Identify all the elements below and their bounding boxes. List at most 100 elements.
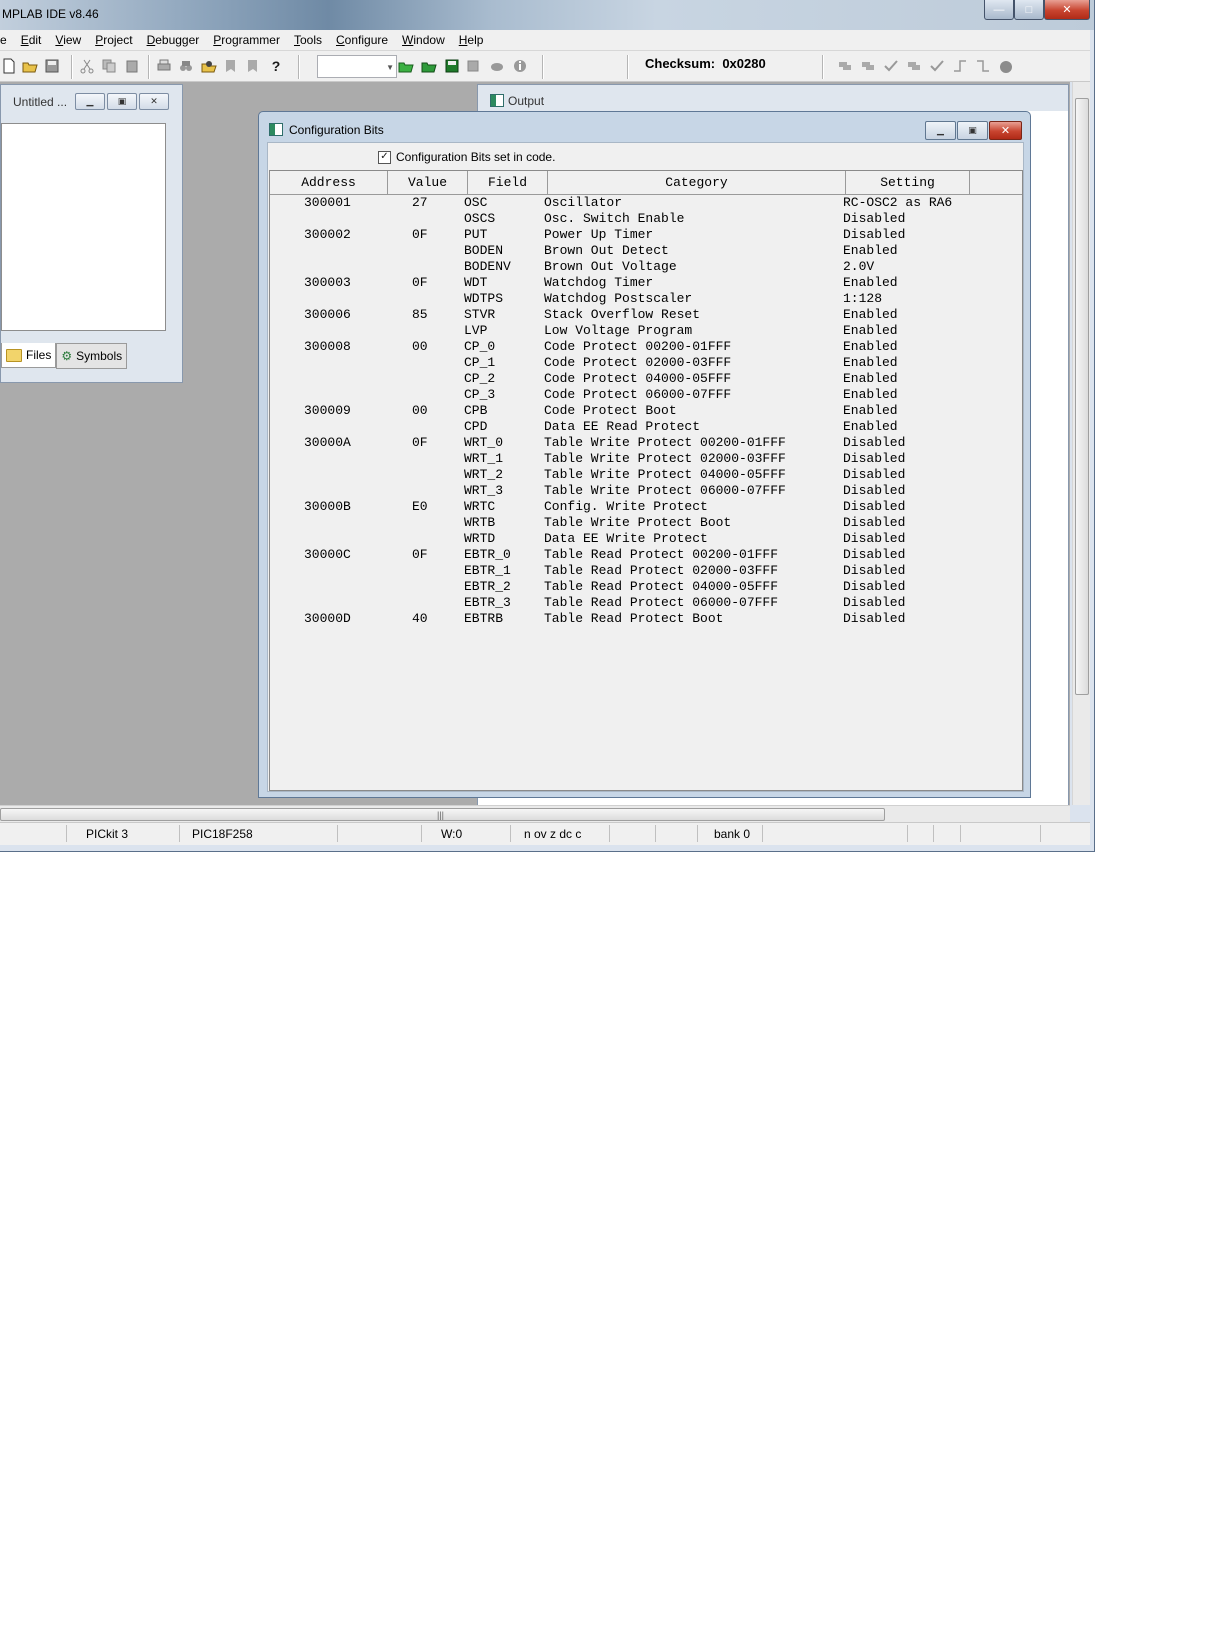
verify-icon[interactable] <box>882 57 900 75</box>
run-icon[interactable] <box>997 57 1015 75</box>
menu-help[interactable]: Help <box>452 30 491 50</box>
horizontal-scrollbar[interactable]: ||| <box>0 805 1070 822</box>
project-tree[interactable] <box>1 123 166 331</box>
cell-address: 30000B <box>304 499 351 514</box>
table-row[interactable]: 300002 0F PUT Power Up Timer Disabled <box>270 227 1022 243</box>
open-folder-icon[interactable] <box>21 57 39 75</box>
cell-category: Table Write Protect Boot <box>544 515 732 530</box>
cell-category: Table Read Protect 02000-03FFF <box>544 563 779 578</box>
table-row[interactable]: EBTR_2 Table Read Protect 04000-05FFF Disa… <box>270 579 1022 595</box>
table-row[interactable]: WRTB Table Write Protect Boot Disabled <box>270 515 1022 531</box>
table-row[interactable]: 300009 00 CPB Code Protect Boot Enabled <box>270 403 1022 419</box>
horizontal-scroll-thumb[interactable]: ||| <box>0 808 885 821</box>
column-header-value[interactable]: Value <box>388 171 468 194</box>
save-project-icon[interactable] <box>443 57 461 75</box>
table-row[interactable]: 300003 0F WDT Watchdog Timer Enabled <box>270 275 1022 291</box>
program-icon[interactable] <box>836 57 854 75</box>
title-bar[interactable]: MPLAB IDE v8.46 — □ ✕ <box>0 0 1094 30</box>
hold-reset-icon[interactable] <box>974 57 992 75</box>
find-in-files-icon[interactable] <box>200 57 218 75</box>
menu-window[interactable]: Window <box>395 30 452 50</box>
vertical-scrollbar[interactable] <box>1072 82 1090 805</box>
dialog-restore-button[interactable]: ▣ <box>957 121 988 140</box>
copy-icon[interactable] <box>100 57 118 75</box>
cell-value: 00 <box>412 403 428 418</box>
maximize-button[interactable]: □ <box>1014 0 1044 20</box>
table-row[interactable]: BODENV Brown Out Voltage 2.0V <box>270 259 1022 275</box>
bookmark-prev-icon[interactable] <box>222 57 240 75</box>
dialog-minimize-button[interactable]: ▁ <box>925 121 956 140</box>
new-project-icon[interactable] <box>397 57 415 75</box>
table-row[interactable]: LVP Low Voltage Program Enabled <box>270 323 1022 339</box>
open-project-icon[interactable] <box>420 57 438 75</box>
menu-project[interactable]: Project <box>88 30 139 50</box>
table-row[interactable]: CP_3 Code Protect 06000-07FFF Enabled <box>270 387 1022 403</box>
table-row[interactable]: 300008 00 CP_0 Code Protect 00200-01FFF Enab… <box>270 339 1022 355</box>
menu-programmer[interactable]: Programmer <box>206 30 287 50</box>
info-icon[interactable] <box>511 57 529 75</box>
close-button[interactable]: ✕ <box>1044 0 1090 20</box>
table-row[interactable]: 30000C 0F EBTR_0 Table Read Protect 00200-0… <box>270 547 1022 563</box>
table-row[interactable]: CPD Data EE Read Protect Enabled <box>270 419 1022 435</box>
help-icon[interactable]: ? <box>267 57 285 75</box>
table-row[interactable]: WRT_3 Table Write Protect 06000-07FFF Disa… <box>270 483 1022 499</box>
new-file-icon[interactable] <box>0 57 18 75</box>
erase-icon[interactable] <box>905 57 923 75</box>
tab-files[interactable]: Files <box>1 343 57 368</box>
table-row[interactable]: 30000A 0F WRT_0 Table Write Protect 00200-0… <box>270 435 1022 451</box>
blank-check-icon[interactable] <box>928 57 946 75</box>
print-icon[interactable] <box>155 57 173 75</box>
menu-e[interactable]: e <box>0 30 14 50</box>
paste-icon[interactable] <box>123 57 141 75</box>
build-icon[interactable] <box>465 57 483 75</box>
save-icon[interactable] <box>43 57 61 75</box>
table-row[interactable]: EBTR_1 Table Read Protect 02000-03FFF Disa… <box>270 563 1022 579</box>
project-minimize-button[interactable]: ▁ <box>75 93 105 110</box>
table-row[interactable]: CP_1 Code Protect 02000-03FFF Enabled <box>270 355 1022 371</box>
menu-view[interactable]: View <box>48 30 88 50</box>
menu-configure[interactable]: Configure <box>329 30 395 50</box>
table-row[interactable]: 30000D 40 EBTRB Table Read Protect Boot Disa… <box>270 611 1022 627</box>
table-row[interactable]: OSCS Osc. Switch Enable Disabled <box>270 211 1022 227</box>
config-bits-in-code-checkbox[interactable]: ✓ Configuration Bits set in code. <box>378 150 555 164</box>
table-row[interactable]: 300001 27 OSC Oscillator RC-OSC2 as RA6 <box>270 195 1022 211</box>
project-restore-button[interactable]: ▣ <box>107 93 137 110</box>
project-close-button[interactable]: ✕ <box>139 93 169 110</box>
table-row[interactable]: WRT_1 Table Write Protect 02000-03FFF Disa… <box>270 451 1022 467</box>
column-header-setting[interactable]: Setting <box>846 171 970 194</box>
cell-setting: Disabled <box>843 467 906 482</box>
table-row[interactable]: EBTR_3 Table Read Protect 06000-07FFF Disa… <box>270 595 1022 611</box>
table-row[interactable]: CP_2 Code Protect 04000-05FFF Enabled <box>270 371 1022 387</box>
table-row[interactable]: BODEN Brown Out Detect Enabled <box>270 243 1022 259</box>
cut-icon[interactable] <box>78 57 96 75</box>
cell-address: 300001 <box>304 195 351 210</box>
cell-address: 300009 <box>304 403 351 418</box>
menu-debugger[interactable]: Debugger <box>140 30 207 50</box>
column-header-category[interactable]: Category <box>548 171 846 194</box>
table-row[interactable]: WRT_2 Table Write Protect 04000-05FFF Disa… <box>270 467 1022 483</box>
build-configuration-select[interactable]: ▼ <box>317 55 397 78</box>
configuration-bits-table[interactable]: Address Value Field Category Setting 300… <box>269 170 1023 791</box>
table-row[interactable]: WDTPS Watchdog Postscaler 1:128 <box>270 291 1022 307</box>
cell-category: Code Protect 06000-07FFF <box>544 387 732 402</box>
vertical-scroll-thumb[interactable] <box>1075 98 1089 695</box>
output-title-bar[interactable]: Output <box>478 85 1068 111</box>
menu-edit[interactable]: Edit <box>14 30 49 50</box>
tab-symbols[interactable]: ⚙ Symbols <box>56 343 128 369</box>
release-icon[interactable] <box>951 57 969 75</box>
column-header-address[interactable]: Address <box>270 171 388 194</box>
checkmark-icon[interactable]: ✓ <box>378 150 391 164</box>
find-icon[interactable] <box>177 57 195 75</box>
table-header: Address Value Field Category Setting <box>270 171 1022 195</box>
table-row[interactable]: 30000B E0 WRTC Config. Write Protect Disable… <box>270 499 1022 515</box>
column-header-field[interactable]: Field <box>468 171 548 194</box>
minimize-button[interactable]: — <box>984 0 1014 20</box>
read-icon[interactable] <box>859 57 877 75</box>
menu-tools[interactable]: Tools <box>287 30 329 50</box>
dialog-close-button[interactable]: ✕ <box>989 121 1022 140</box>
status-programmer: PICkit 3 <box>86 827 129 841</box>
make-icon[interactable] <box>488 57 506 75</box>
bookmark-next-icon[interactable] <box>244 57 262 75</box>
table-row[interactable]: WRTD Data EE Write Protect Disabled <box>270 531 1022 547</box>
table-row[interactable]: 300006 85 STVR Stack Overflow Reset Enabled <box>270 307 1022 323</box>
